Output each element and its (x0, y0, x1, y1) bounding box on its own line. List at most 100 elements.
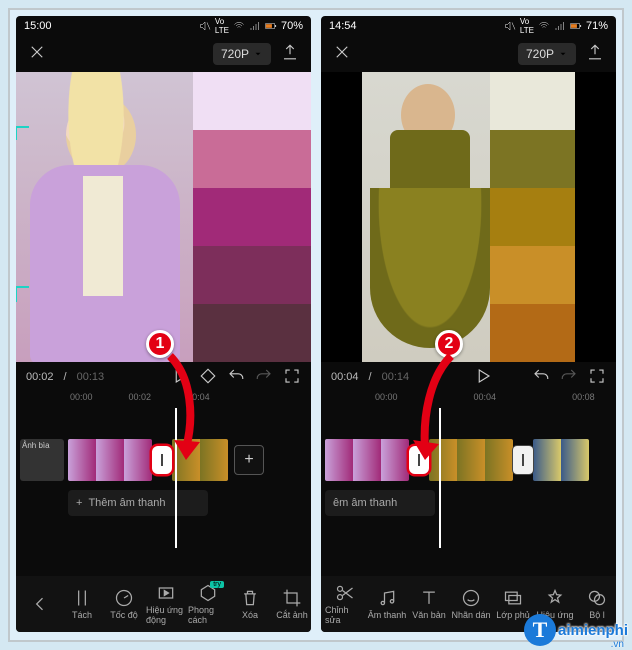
preview-swatches (490, 72, 575, 362)
video-track[interactable] (321, 438, 616, 482)
close-button[interactable] (329, 39, 355, 70)
add-clip-button[interactable]: + (234, 445, 264, 475)
controls-bar: 00:04 / 00:14 (321, 362, 616, 392)
tool-text[interactable]: Văn bản (409, 588, 449, 620)
phone-right: 14:54 VoLTE 71% 720P (321, 16, 616, 632)
chevron-down-icon (558, 49, 568, 59)
crop-icon (282, 588, 302, 608)
preview-area[interactable] (16, 72, 311, 362)
status-time: 15:00 (24, 20, 52, 32)
transition-gap-1[interactable] (152, 446, 172, 474)
redo-button[interactable] (560, 367, 578, 388)
tool-audio[interactable]: Âm thanh (367, 588, 407, 620)
transition-gap-1[interactable] (409, 446, 429, 474)
tool-style[interactable]: try Phong cách (188, 583, 228, 625)
text-icon (419, 588, 439, 608)
ruler: 00:00 00:02 00:04 (16, 392, 311, 408)
tool-animation[interactable]: Hiệu ứng động (146, 583, 186, 625)
tool-crop[interactable]: Cắt ảnh (272, 588, 311, 620)
editor-header: 720P (16, 36, 311, 72)
preview-swatches (193, 72, 311, 362)
undo-icon (227, 367, 245, 385)
transition-gap-2[interactable] (513, 446, 533, 474)
play-icon (171, 367, 189, 385)
tool-delete[interactable]: Xóa (230, 588, 270, 620)
video-track[interactable]: Ảnh bìa + (16, 438, 311, 482)
fullscreen-button[interactable] (283, 367, 301, 388)
toolbar: Tách Tốc độ Hiệu ứng động try Phong cách… (16, 576, 311, 632)
phone-left: 15:00 VoLTE 70% 720P (16, 16, 311, 632)
resolution-selector[interactable]: 720P (518, 43, 576, 65)
cover-chip[interactable]: Ảnh bìa (20, 439, 64, 481)
fullscreen-button[interactable] (588, 367, 606, 388)
back-tool[interactable] (20, 594, 60, 614)
play-button[interactable] (474, 367, 492, 388)
preview-photo (362, 72, 489, 362)
preview-area[interactable] (321, 72, 616, 362)
redo-icon (560, 367, 578, 385)
playhead[interactable] (175, 408, 177, 548)
export-button[interactable] (277, 39, 303, 70)
status-icons: VoLTE 70% (199, 17, 303, 35)
close-icon (28, 43, 46, 61)
clip-3[interactable] (533, 439, 589, 481)
expand-icon (588, 367, 606, 385)
split-icon (72, 588, 92, 608)
play-button[interactable] (171, 367, 189, 388)
effects-icon (545, 588, 565, 608)
tool-speed[interactable]: Tốc độ (104, 588, 144, 620)
redo-icon (255, 367, 273, 385)
export-button[interactable] (582, 39, 608, 70)
tool-split[interactable]: Tách (62, 588, 102, 620)
close-button[interactable] (24, 39, 50, 70)
undo-button[interactable] (532, 367, 550, 388)
keyframe-button[interactable] (199, 367, 217, 388)
battery-icon (265, 20, 277, 32)
resolution-label: 720P (221, 47, 249, 61)
timeline[interactable]: Ảnh bìa + +Thêm âm thanh (16, 408, 311, 518)
play-icon (474, 367, 492, 385)
clip-1[interactable] (68, 439, 152, 481)
try-badge: try (210, 581, 224, 588)
playhead[interactable] (439, 408, 441, 548)
add-audio-button[interactable]: êm âm thanh (325, 490, 435, 516)
timeline[interactable]: êm âm thanh (321, 408, 616, 518)
close-icon (333, 43, 351, 61)
clip-1[interactable] (325, 439, 409, 481)
wifi-icon (233, 20, 245, 32)
music-icon (377, 588, 397, 608)
chevron-left-icon (30, 594, 50, 614)
redo-button[interactable] (255, 367, 273, 388)
status-bar: 15:00 VoLTE 70% (16, 16, 311, 36)
status-battery: 71% (586, 20, 608, 32)
status-icons: VoLTE 71% (504, 17, 608, 35)
expand-icon (283, 367, 301, 385)
chevron-down-icon (253, 49, 263, 59)
signal-icon (554, 20, 566, 32)
scissors-icon (335, 583, 355, 603)
ruler: 00:00 00:04 00:08 (321, 392, 616, 408)
animation-icon (156, 583, 176, 603)
tool-edit[interactable]: Chỉnh sửa (325, 583, 365, 625)
add-audio-button[interactable]: +Thêm âm thanh (68, 490, 208, 516)
undo-button[interactable] (227, 367, 245, 388)
trash-icon (240, 588, 260, 608)
status-time: 14:54 (329, 20, 357, 32)
clip-2[interactable] (429, 439, 513, 481)
clip-2[interactable] (172, 439, 228, 481)
mute-icon (199, 20, 211, 32)
time-total: 00:14 (382, 371, 410, 383)
tool-effects[interactable]: Hiệu ứng (535, 588, 575, 620)
preview-photo (16, 72, 193, 362)
tool-filter[interactable]: Bộ l (577, 588, 616, 620)
sticker-icon (461, 588, 481, 608)
resolution-selector[interactable]: 720P (213, 43, 271, 65)
wifi-icon (538, 20, 550, 32)
tool-overlay[interactable]: Lớp phủ (493, 588, 533, 620)
signal-icon (249, 20, 261, 32)
editor-header: 720P (321, 36, 616, 72)
tool-sticker[interactable]: Nhãn dán (451, 588, 491, 620)
battery-icon (570, 20, 582, 32)
undo-icon (532, 367, 550, 385)
time-current: 00:02 (26, 371, 54, 383)
